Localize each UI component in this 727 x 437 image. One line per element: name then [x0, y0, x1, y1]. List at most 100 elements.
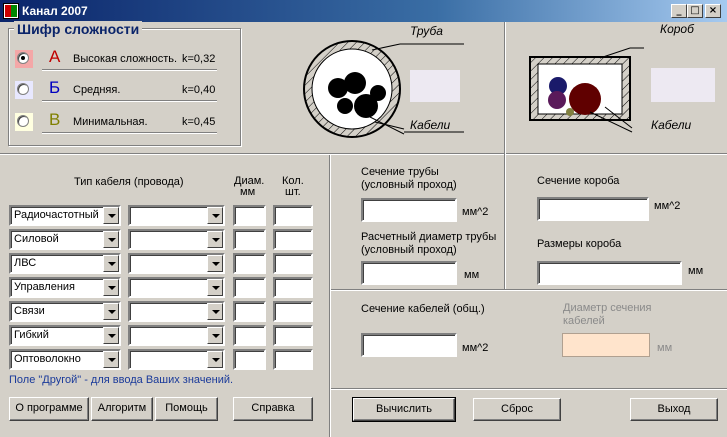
chevron-down-icon[interactable]: [207, 327, 223, 344]
chevron-down-icon[interactable]: [207, 351, 223, 368]
cable-diameter-input[interactable]: [233, 205, 266, 226]
box-size-unit: мм: [688, 265, 704, 277]
cable-type-select[interactable]: ЛВС: [9, 253, 121, 274]
cable-subtype-select[interactable]: [128, 229, 225, 250]
complexity-radio[interactable]: [17, 115, 29, 127]
chevron-down-icon[interactable]: [103, 207, 119, 224]
cable-type-value: Гибкий: [14, 329, 49, 341]
cable-count-input[interactable]: [273, 301, 313, 322]
complexity-color-swatch: [15, 81, 33, 99]
cables-diameter-field: [562, 333, 650, 357]
cable-type-value: Радиочастотный: [14, 209, 99, 221]
box-size-field[interactable]: [537, 261, 682, 285]
cable-type-value: Связи: [14, 305, 45, 317]
cable-count-input[interactable]: [273, 277, 313, 298]
cable-circle: [370, 85, 386, 101]
complexity-coefficient: k=0,40: [182, 84, 216, 96]
cable-count-input[interactable]: [273, 253, 313, 274]
cables-section-unit: мм^2: [462, 342, 489, 354]
chevron-down-icon[interactable]: [103, 351, 119, 368]
complexity-label: Высокая сложность.: [73, 53, 178, 65]
cable-type-select[interactable]: Связи: [9, 301, 121, 322]
close-button[interactable]: ×: [705, 4, 721, 18]
cable-count-input[interactable]: [273, 229, 313, 250]
divider: [331, 388, 727, 390]
cable-type-select[interactable]: Гибкий: [9, 325, 121, 346]
cable-type-value: Оптоволокно: [14, 353, 81, 365]
cable-count-input[interactable]: [273, 205, 313, 226]
diam-unit-header: мм: [240, 186, 256, 198]
chevron-down-icon[interactable]: [207, 207, 223, 224]
cable-count-input[interactable]: [273, 349, 313, 370]
window-title: Канал 2007: [22, 4, 88, 18]
about-button[interactable]: О программе: [9, 397, 89, 421]
pipe-preview-field: [410, 70, 460, 102]
divider: [329, 155, 331, 437]
cable-subtype-select[interactable]: [128, 325, 225, 346]
cable-subtype-select[interactable]: [128, 349, 225, 370]
chevron-down-icon[interactable]: [103, 231, 119, 248]
cables-diameter-unit: мм: [657, 342, 673, 354]
minimize-button[interactable]: _: [671, 4, 687, 18]
complexity-color-swatch: [15, 50, 33, 68]
type-header: Тип кабеля (провода): [74, 176, 184, 188]
cable-subtype-select[interactable]: [128, 205, 225, 226]
pipe-diameter-sublabel: (условный проход): [361, 244, 457, 256]
cable-count-input[interactable]: [273, 325, 313, 346]
cable-diameter-input[interactable]: [233, 277, 266, 298]
cable-circle: [337, 98, 353, 114]
pipe-diagram: [303, 40, 464, 138]
cables-diameter-label: Диаметр сечения: [563, 302, 652, 314]
reset-button[interactable]: Сброс: [473, 398, 561, 421]
chevron-down-icon[interactable]: [207, 303, 223, 320]
complexity-title: Шифр сложности: [14, 21, 143, 37]
complexity-letter: А: [49, 47, 61, 66]
pipe-section-unit: мм^2: [462, 206, 489, 218]
box-preview-field: [651, 68, 715, 102]
complexity-label: Средняя.: [73, 84, 121, 96]
title-bar[interactable]: [0, 0, 727, 22]
chevron-down-icon[interactable]: [207, 279, 223, 296]
cable-diameter-input[interactable]: [233, 229, 266, 250]
pipe-section-field[interactable]: [361, 198, 457, 222]
divider: [504, 155, 506, 290]
chevron-down-icon[interactable]: [207, 231, 223, 248]
reference-button[interactable]: Справка: [233, 397, 313, 421]
algorithm-button[interactable]: Алгоритм: [91, 397, 153, 421]
chevron-down-icon[interactable]: [103, 255, 119, 272]
cable-type-select[interactable]: Оптоволокно: [9, 349, 121, 370]
cable-subtype-select[interactable]: [128, 253, 225, 274]
pipe-diameter-label: Расчетный диаметр трубы: [361, 231, 497, 243]
app-icon: [3, 3, 19, 19]
cable-type-select[interactable]: Радиочастотный: [9, 205, 121, 226]
cable-diameter-input[interactable]: [233, 301, 266, 322]
chevron-down-icon[interactable]: [103, 327, 119, 344]
cable-circle: [548, 91, 566, 109]
cable-type-select[interactable]: Управления: [9, 277, 121, 298]
chevron-down-icon[interactable]: [207, 255, 223, 272]
complexity-radio[interactable]: [17, 83, 29, 95]
cable-subtype-select[interactable]: [128, 277, 225, 298]
chevron-down-icon[interactable]: [103, 279, 119, 296]
exit-button[interactable]: Выход: [630, 398, 718, 421]
box-size-label: Размеры короба: [537, 238, 622, 250]
cable-circle: [344, 72, 366, 94]
box-section-field[interactable]: [537, 197, 649, 221]
cable-type-select[interactable]: Силовой: [9, 229, 121, 250]
row-divider: [42, 69, 217, 71]
help-button[interactable]: Помощь: [155, 397, 218, 421]
count-unit-header: шт.: [285, 186, 301, 198]
cable-diameter-input[interactable]: [233, 253, 266, 274]
chevron-down-icon[interactable]: [103, 303, 119, 320]
pipe-diameter-field[interactable]: [361, 261, 457, 285]
complexity-radio[interactable]: [17, 52, 29, 64]
complexity-color-swatch: [15, 113, 33, 131]
cable-diameter-input[interactable]: [233, 349, 266, 370]
maximize-button[interactable]: □: [687, 4, 703, 18]
cables-section-field[interactable]: [361, 333, 457, 357]
cable-subtype-select[interactable]: [128, 301, 225, 322]
cable-diameter-input[interactable]: [233, 325, 266, 346]
pipe-label: Труба: [410, 24, 443, 38]
cables-diameter-sublabel: кабелей: [563, 315, 605, 327]
calculate-button[interactable]: Вычислить: [352, 397, 456, 422]
